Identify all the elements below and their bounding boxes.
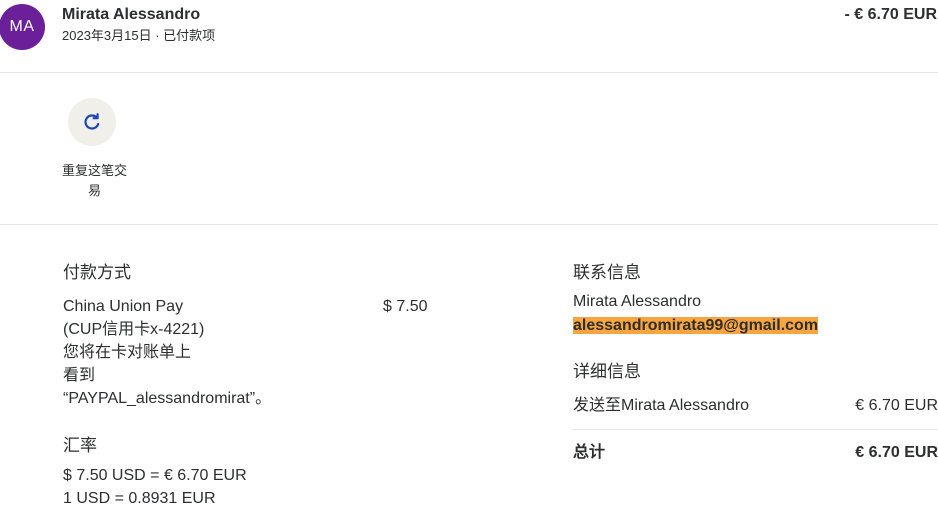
exchange-rate-details: $ 7.50 USD = € 6.70 EUR 1 USD = 0.8931 E… — [63, 464, 247, 510]
avatar: MA — [0, 4, 45, 50]
divider — [0, 72, 938, 73]
transaction-date-status: 2023年3月15日 · 已付款项 — [62, 28, 216, 43]
statement-note-line: 看到 — [63, 367, 96, 384]
contact-email: alessandromirata99@gmail.com — [573, 317, 819, 334]
payment-method-heading: 付款方式 — [63, 263, 131, 282]
contact-email-row: alessandromirata99@gmail.com — [573, 315, 819, 337]
contact-info-heading: 联系信息 — [573, 263, 641, 282]
details-row-label: 发送至Mirata Alessandro — [573, 397, 750, 414]
payment-method-details: China Union Pay (CUP信用卡x-4221) 您将在卡对账单上 … — [63, 295, 271, 410]
transaction-amount: - € 6.70 EUR — [844, 6, 937, 23]
counterparty-name: Mirata Alessandro — [62, 6, 201, 23]
exchange-conversion: $ 7.50 USD = € 6.70 EUR — [63, 467, 247, 484]
details-row-value: € 6.70 EUR — [855, 397, 938, 414]
total-value: € 6.70 EUR — [855, 444, 938, 461]
refresh-icon — [82, 112, 102, 132]
details-heading: 详细信息 — [573, 362, 641, 381]
exchange-rate: 1 USD = 0.8931 EUR — [63, 490, 216, 507]
payment-amount: $ 7.50 — [383, 298, 428, 315]
details-row: 发送至Mirata Alessandro € 6.70 EUR — [573, 395, 938, 417]
payment-method-name: China Union Pay — [63, 298, 184, 315]
total-label: 总计 — [573, 444, 606, 461]
exchange-rate-heading: 汇率 — [63, 436, 97, 455]
contact-name: Mirata Alessandro — [573, 293, 702, 310]
repeat-transaction-button[interactable] — [68, 98, 116, 146]
statement-note-line: “PAYPAL_alessandromirat”。 — [63, 390, 272, 407]
repeat-transaction-label[interactable]: 重复这笔交易 — [60, 161, 129, 201]
divider — [0, 224, 938, 225]
statement-note-line: 您将在卡对账单上 — [63, 344, 192, 361]
total-row: 总计 € 6.70 EUR — [573, 442, 938, 464]
divider — [573, 429, 938, 430]
payment-card-info: (CUP信用卡x-4221) — [63, 321, 205, 338]
